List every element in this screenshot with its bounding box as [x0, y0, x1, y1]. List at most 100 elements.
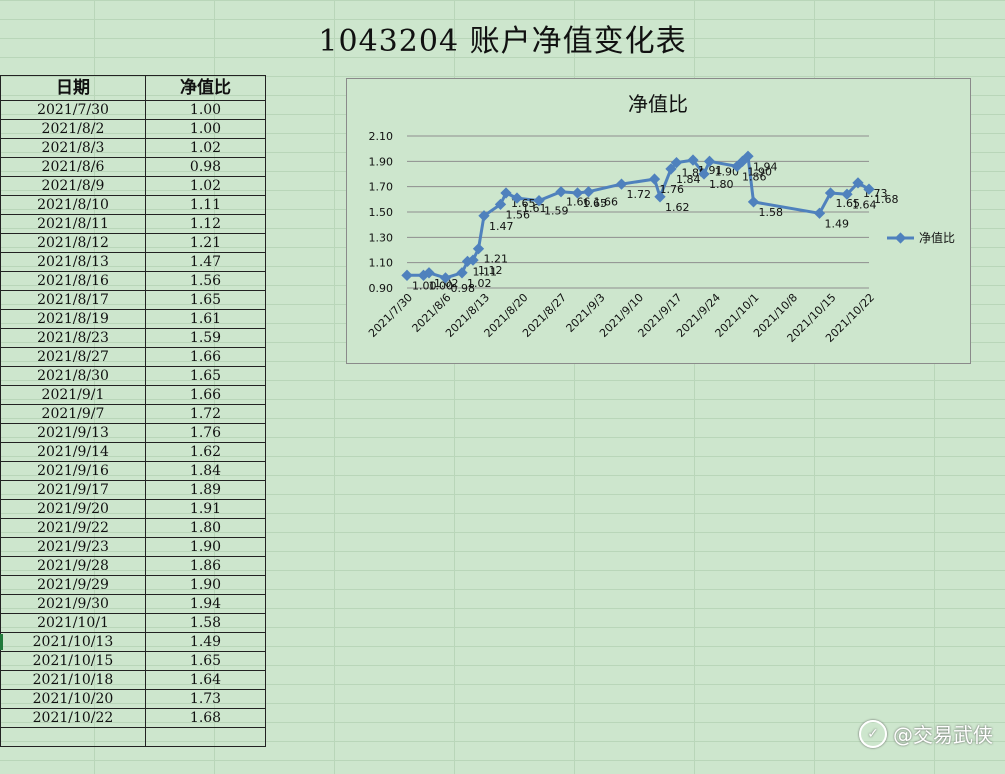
- cell-date[interactable]: 2021/9/17: [0, 480, 146, 500]
- cell-nav-ratio[interactable]: [145, 727, 266, 747]
- table-row: 2021/9/13 1.76: [0, 423, 266, 443]
- cell-date[interactable]: 2021/10/22: [0, 708, 146, 728]
- table-row: 2021/8/3 1.02: [0, 138, 266, 158]
- x-tick-label: 2021/7/30: [366, 291, 415, 340]
- cell-nav-ratio[interactable]: 1.62: [145, 442, 266, 462]
- cell-date[interactable]: 2021/8/3: [0, 138, 146, 158]
- legend-marker: [894, 232, 907, 244]
- cell-date[interactable]: 2021/7/30: [0, 100, 146, 120]
- header-nav-ratio[interactable]: 净值比: [145, 75, 266, 101]
- cell-nav-ratio[interactable]: 1.00: [145, 100, 266, 120]
- cell-nav-ratio[interactable]: 1.89: [145, 480, 266, 500]
- cell-nav-ratio[interactable]: 1.61: [145, 309, 266, 329]
- chart-title: 净值比: [628, 92, 688, 116]
- cell-nav-ratio[interactable]: 1.02: [145, 176, 266, 196]
- table-row: 2021/10/13 1.49: [0, 632, 266, 652]
- data-label: 1.61: [522, 202, 547, 215]
- cell-date[interactable]: 2021/9/29: [0, 575, 146, 595]
- table-row: 2021/9/30 1.94: [0, 594, 266, 614]
- cell-date[interactable]: 2021/9/13: [0, 423, 146, 443]
- cell-date[interactable]: 2021/10/15: [0, 651, 146, 671]
- cell-nav-ratio[interactable]: 1.21: [145, 233, 266, 253]
- cell-nav-ratio[interactable]: 1.90: [145, 575, 266, 595]
- cell-nav-ratio[interactable]: 1.73: [145, 689, 266, 709]
- cell-nav-ratio[interactable]: 1.49: [145, 632, 266, 652]
- header-date[interactable]: 日期: [0, 75, 146, 101]
- y-tick-label: 1.30: [369, 231, 394, 244]
- data-label: 1.49: [825, 217, 850, 230]
- table-row: 2021/10/20 1.73: [0, 689, 266, 709]
- cell-nav-ratio[interactable]: 1.65: [145, 366, 266, 386]
- cell-nav-ratio[interactable]: 1.80: [145, 518, 266, 538]
- table-row: 2021/8/17 1.65: [0, 290, 266, 310]
- cell-date[interactable]: 2021/8/12: [0, 233, 146, 253]
- cell-nav-ratio[interactable]: 1.84: [145, 461, 266, 481]
- cell-date[interactable]: 2021/8/16: [0, 271, 146, 291]
- cell-date[interactable]: 2021/9/20: [0, 499, 146, 519]
- watermark: ✓ @交易武侠: [859, 719, 993, 748]
- nav-chart[interactable]: 净值比 2.10 1.90 1.70 1.50 1.30 1.10 0.90 2021/7/30…: [346, 78, 971, 364]
- table-row: 2021/9/23 1.90: [0, 537, 266, 557]
- cell-nav-ratio[interactable]: 1.47: [145, 252, 266, 272]
- table-row: 2021/9/28 1.86: [0, 556, 266, 576]
- cell-date[interactable]: 2021/8/9: [0, 176, 146, 196]
- cell-date[interactable]: 2021/8/17: [0, 290, 146, 310]
- table-row: 2021/8/16 1.56: [0, 271, 266, 291]
- table-row: 2021/9/16 1.84: [0, 461, 266, 481]
- cell-date[interactable]: 2021/8/13: [0, 252, 146, 272]
- cell-nav-ratio[interactable]: 1.76: [145, 423, 266, 443]
- table-row: 2021/9/1 1.66: [0, 385, 266, 405]
- cell-date[interactable]: 2021/8/30: [0, 366, 146, 386]
- cell-date[interactable]: 2021/8/11: [0, 214, 146, 234]
- data-label: 1.94: [753, 160, 778, 173]
- cell-date[interactable]: 2021/9/1: [0, 385, 146, 405]
- cell-date[interactable]: 2021/9/14: [0, 442, 146, 462]
- cell-nav-ratio[interactable]: 0.98: [145, 157, 266, 177]
- cell-nav-ratio[interactable]: 1.65: [145, 290, 266, 310]
- cell-nav-ratio[interactable]: 1.65: [145, 651, 266, 671]
- cell-nav-ratio[interactable]: 1.68: [145, 708, 266, 728]
- cell-date[interactable]: 2021/10/13: [0, 632, 146, 652]
- cell-nav-ratio[interactable]: 1.11: [145, 195, 266, 215]
- cell-nav-ratio[interactable]: 1.02: [145, 138, 266, 158]
- cell-date[interactable]: 2021/10/18: [0, 670, 146, 690]
- cell-nav-ratio[interactable]: 1.56: [145, 271, 266, 291]
- cell-nav-ratio[interactable]: 1.00: [145, 119, 266, 139]
- table-row: 2021/9/17 1.89: [0, 480, 266, 500]
- cell-date[interactable]: 2021/8/19: [0, 309, 146, 329]
- cell-nav-ratio[interactable]: 1.59: [145, 328, 266, 348]
- cell-date[interactable]: 2021/8/2: [0, 119, 146, 139]
- cell-nav-ratio[interactable]: 1.86: [145, 556, 266, 576]
- data-point: [824, 187, 837, 199]
- cell-date[interactable]: 2021/8/23: [0, 328, 146, 348]
- table-row: 2021/10/18 1.64: [0, 670, 266, 690]
- cell-date[interactable]: 2021/8/6: [0, 157, 146, 177]
- cell-date[interactable]: 2021/9/28: [0, 556, 146, 576]
- cell-date[interactable]: 2021/9/16: [0, 461, 146, 481]
- cell-date[interactable]: [0, 727, 146, 747]
- cell-nav-ratio[interactable]: 1.91: [145, 499, 266, 519]
- cell-nav-ratio[interactable]: 1.58: [145, 613, 266, 633]
- cell-date[interactable]: 2021/9/22: [0, 518, 146, 538]
- table-row: 2021/7/30 1.00: [0, 100, 266, 120]
- data-label: 1.58: [759, 206, 784, 219]
- cell-date[interactable]: 2021/9/23: [0, 537, 146, 557]
- cell-date[interactable]: 2021/8/27: [0, 347, 146, 367]
- cell-date[interactable]: 2021/9/7: [0, 404, 146, 424]
- cell-nav-ratio[interactable]: 1.90: [145, 537, 266, 557]
- table-row: 2021/9/20 1.91: [0, 499, 266, 519]
- y-tick-label: 2.10: [369, 130, 394, 143]
- table-header-row: 日期 净值比: [0, 75, 266, 101]
- cell-date[interactable]: 2021/9/30: [0, 594, 146, 614]
- cell-nav-ratio[interactable]: 1.66: [145, 347, 266, 367]
- cell-nav-ratio[interactable]: 1.66: [145, 385, 266, 405]
- cell-date[interactable]: 2021/10/1: [0, 613, 146, 633]
- cell-date[interactable]: 2021/10/20: [0, 689, 146, 709]
- cell-nav-ratio[interactable]: 1.12: [145, 214, 266, 234]
- data-label: 1.21: [484, 253, 509, 266]
- cell-nav-ratio[interactable]: 1.94: [145, 594, 266, 614]
- cell-date[interactable]: 2021/8/10: [0, 195, 146, 215]
- cell-nav-ratio[interactable]: 1.64: [145, 670, 266, 690]
- cell-nav-ratio[interactable]: 1.72: [145, 404, 266, 424]
- share-logo-icon: ✓: [859, 719, 887, 748]
